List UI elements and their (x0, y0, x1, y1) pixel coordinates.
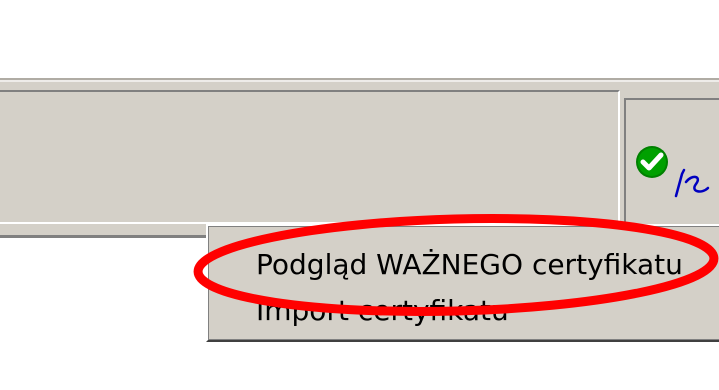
signature-icon[interactable] (672, 152, 716, 202)
menu-item-view-valid-certificate[interactable]: Podgląd WAŻNEGO certyfikatu (208, 242, 719, 288)
green-check-icon[interactable] (634, 144, 670, 180)
context-menu: Podgląd WAŻNEGO certyfikatu Import certy… (206, 224, 719, 342)
status-bar (0, 78, 719, 248)
menu-item-import-certificate[interactable]: Import certyfikatu (208, 288, 719, 334)
status-pane (0, 90, 620, 224)
status-bar-highlight (0, 80, 719, 82)
